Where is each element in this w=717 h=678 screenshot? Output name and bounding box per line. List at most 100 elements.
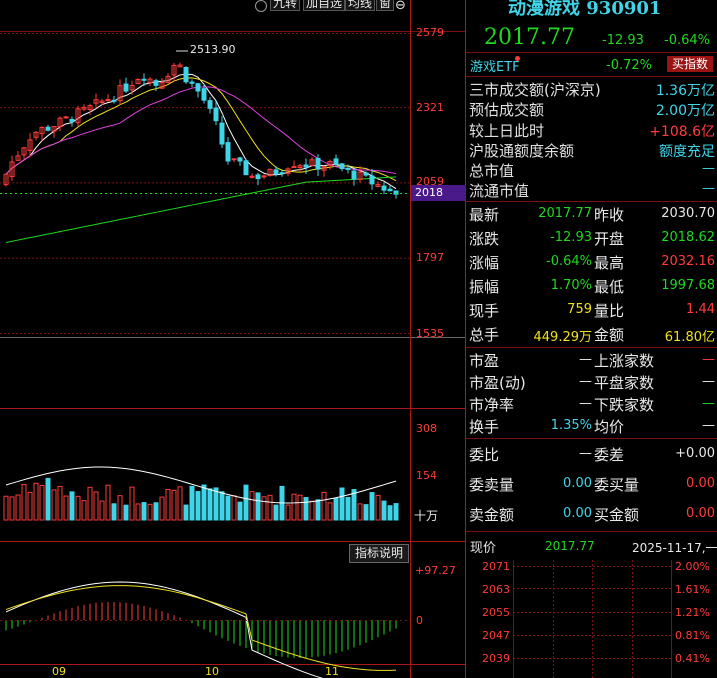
volume-bar xyxy=(21,484,27,521)
market-value-0: 1.36万亿 xyxy=(655,83,715,99)
macd-dea-line xyxy=(5,585,397,671)
minute-left-tick-1: 2063 xyxy=(482,583,510,596)
header-change-pct: -0.64% xyxy=(664,33,710,48)
minute-label: 现价 xyxy=(470,541,497,556)
volume-bar xyxy=(153,502,159,521)
orders-label2-2: 买金额 xyxy=(594,506,640,524)
toolbar-button-jiuzhuan[interactable]: 九转 xyxy=(270,0,301,11)
quote-label-4: 现手 xyxy=(469,302,500,320)
minute-right-tick-1: 1.61% xyxy=(675,583,710,596)
month-label-2: 10 xyxy=(205,665,219,678)
quote-value-5: 449.29万 xyxy=(533,330,593,345)
volume-bar xyxy=(375,494,381,521)
valuation-value-3: 1.35% xyxy=(550,418,592,433)
buy-index-button[interactable]: 买指数 xyxy=(667,56,713,72)
market-label-0: 三市成交额(沪深京) xyxy=(469,81,601,99)
candle-body xyxy=(45,126,51,131)
volume-bar xyxy=(291,493,297,521)
quote-value2-3: 1997.68 xyxy=(661,278,715,293)
valuation-label-2: 市净率 xyxy=(469,396,515,414)
toolbar-button-add-watchlist[interactable]: 加自选 xyxy=(303,0,346,11)
volume-bar xyxy=(69,491,75,521)
volume-bar xyxy=(339,487,345,521)
volume-bar xyxy=(315,499,321,521)
volume-bar xyxy=(201,484,207,521)
quote-value-3: 1.70% xyxy=(550,278,592,293)
candle-body xyxy=(381,185,387,191)
valuation-value-0: — xyxy=(579,352,592,367)
high-price-label: 2513.90 xyxy=(190,43,236,56)
valuation-label-3: 换手 xyxy=(469,418,500,436)
chart-frame xyxy=(0,0,466,678)
volume-bar xyxy=(9,496,15,521)
valuation-value2-2: — xyxy=(702,396,715,411)
ma10-line xyxy=(5,77,397,182)
candle-body xyxy=(387,188,393,192)
macd-dif-line xyxy=(5,581,324,678)
price-tick-4: 1797 xyxy=(416,251,444,264)
volume-bar xyxy=(177,486,183,521)
candle-body xyxy=(213,107,219,122)
candle-body xyxy=(141,78,147,81)
volume-bar xyxy=(123,504,129,521)
price-grid xyxy=(0,33,410,334)
kline-chart-area[interactable]: 2513.90 2579 2321 2059 2018 1797 1535 30… xyxy=(0,0,466,678)
orders-label2-1: 委买量 xyxy=(594,476,640,494)
macd-tick-2: 0 xyxy=(416,614,423,627)
minute-left-tick-3: 2047 xyxy=(482,629,510,642)
market-value-5: — xyxy=(702,181,715,196)
market-label-5: 流通市值 xyxy=(469,182,530,200)
macd-tick-1: +97.27 xyxy=(415,564,456,577)
volume-bar xyxy=(219,491,225,521)
market-value-4: — xyxy=(702,161,715,176)
etf-link[interactable]: 游戏ETF xyxy=(470,56,520,75)
moving-average-lines xyxy=(5,73,397,243)
volume-bar xyxy=(129,486,135,521)
toolbar-button-ma[interactable]: 均线 xyxy=(345,0,376,11)
zoom-out-icon[interactable]: ⊖ xyxy=(395,0,406,13)
volume-bar xyxy=(117,495,123,521)
ma60-line xyxy=(5,176,397,243)
volume-bar xyxy=(237,501,243,521)
volume-bar xyxy=(159,496,165,521)
volume-bar xyxy=(381,500,387,521)
volume-bar xyxy=(249,491,255,521)
orders-label2-0: 委差 xyxy=(594,446,625,464)
volume-bar xyxy=(297,494,303,521)
quote-value-0: 2017.77 xyxy=(538,206,592,221)
minute-right-tick-4: 0.41% xyxy=(675,652,710,665)
volume-bar xyxy=(33,482,39,521)
toolbar-button-window[interactable]: 窗 xyxy=(376,0,395,11)
minute-right-tick-3: 0.81% xyxy=(675,629,710,642)
candle-body xyxy=(303,164,309,168)
indicator-help-button[interactable]: 指标说明 xyxy=(349,544,409,563)
volume-bar xyxy=(135,503,141,521)
volume-bars xyxy=(3,466,399,521)
volume-bar xyxy=(255,492,261,521)
candle-body xyxy=(255,174,261,180)
valuation-label2-3: 均价 xyxy=(594,418,625,436)
quote-label-5: 总手 xyxy=(469,326,500,344)
valuation-value2-1: — xyxy=(702,374,715,389)
candle-body xyxy=(207,100,213,109)
header-price: 2017.77 xyxy=(484,25,575,50)
volume-bar xyxy=(267,494,273,521)
market-label-2: 较上日此时 xyxy=(469,122,545,140)
volume-bar xyxy=(261,496,267,521)
candle-body xyxy=(345,167,351,170)
quote-label2-1: 开盘 xyxy=(594,230,625,248)
volume-bar xyxy=(45,477,51,521)
candle-body xyxy=(189,81,195,84)
settings-icon[interactable] xyxy=(255,0,267,12)
quote-label-0: 最新 xyxy=(469,206,500,224)
volume-bar xyxy=(165,489,171,521)
volume-bar xyxy=(243,484,249,521)
kline-chart-svg[interactable] xyxy=(0,0,466,678)
candle-body xyxy=(105,98,111,101)
volume-bar xyxy=(387,505,393,521)
current-price-tag: 2018 xyxy=(411,185,466,201)
volume-unit: 十万 xyxy=(414,509,439,523)
minute-left-tick-2: 2055 xyxy=(482,606,510,619)
volume-bar xyxy=(99,500,105,521)
volume-tick-2: 154 xyxy=(416,469,437,482)
